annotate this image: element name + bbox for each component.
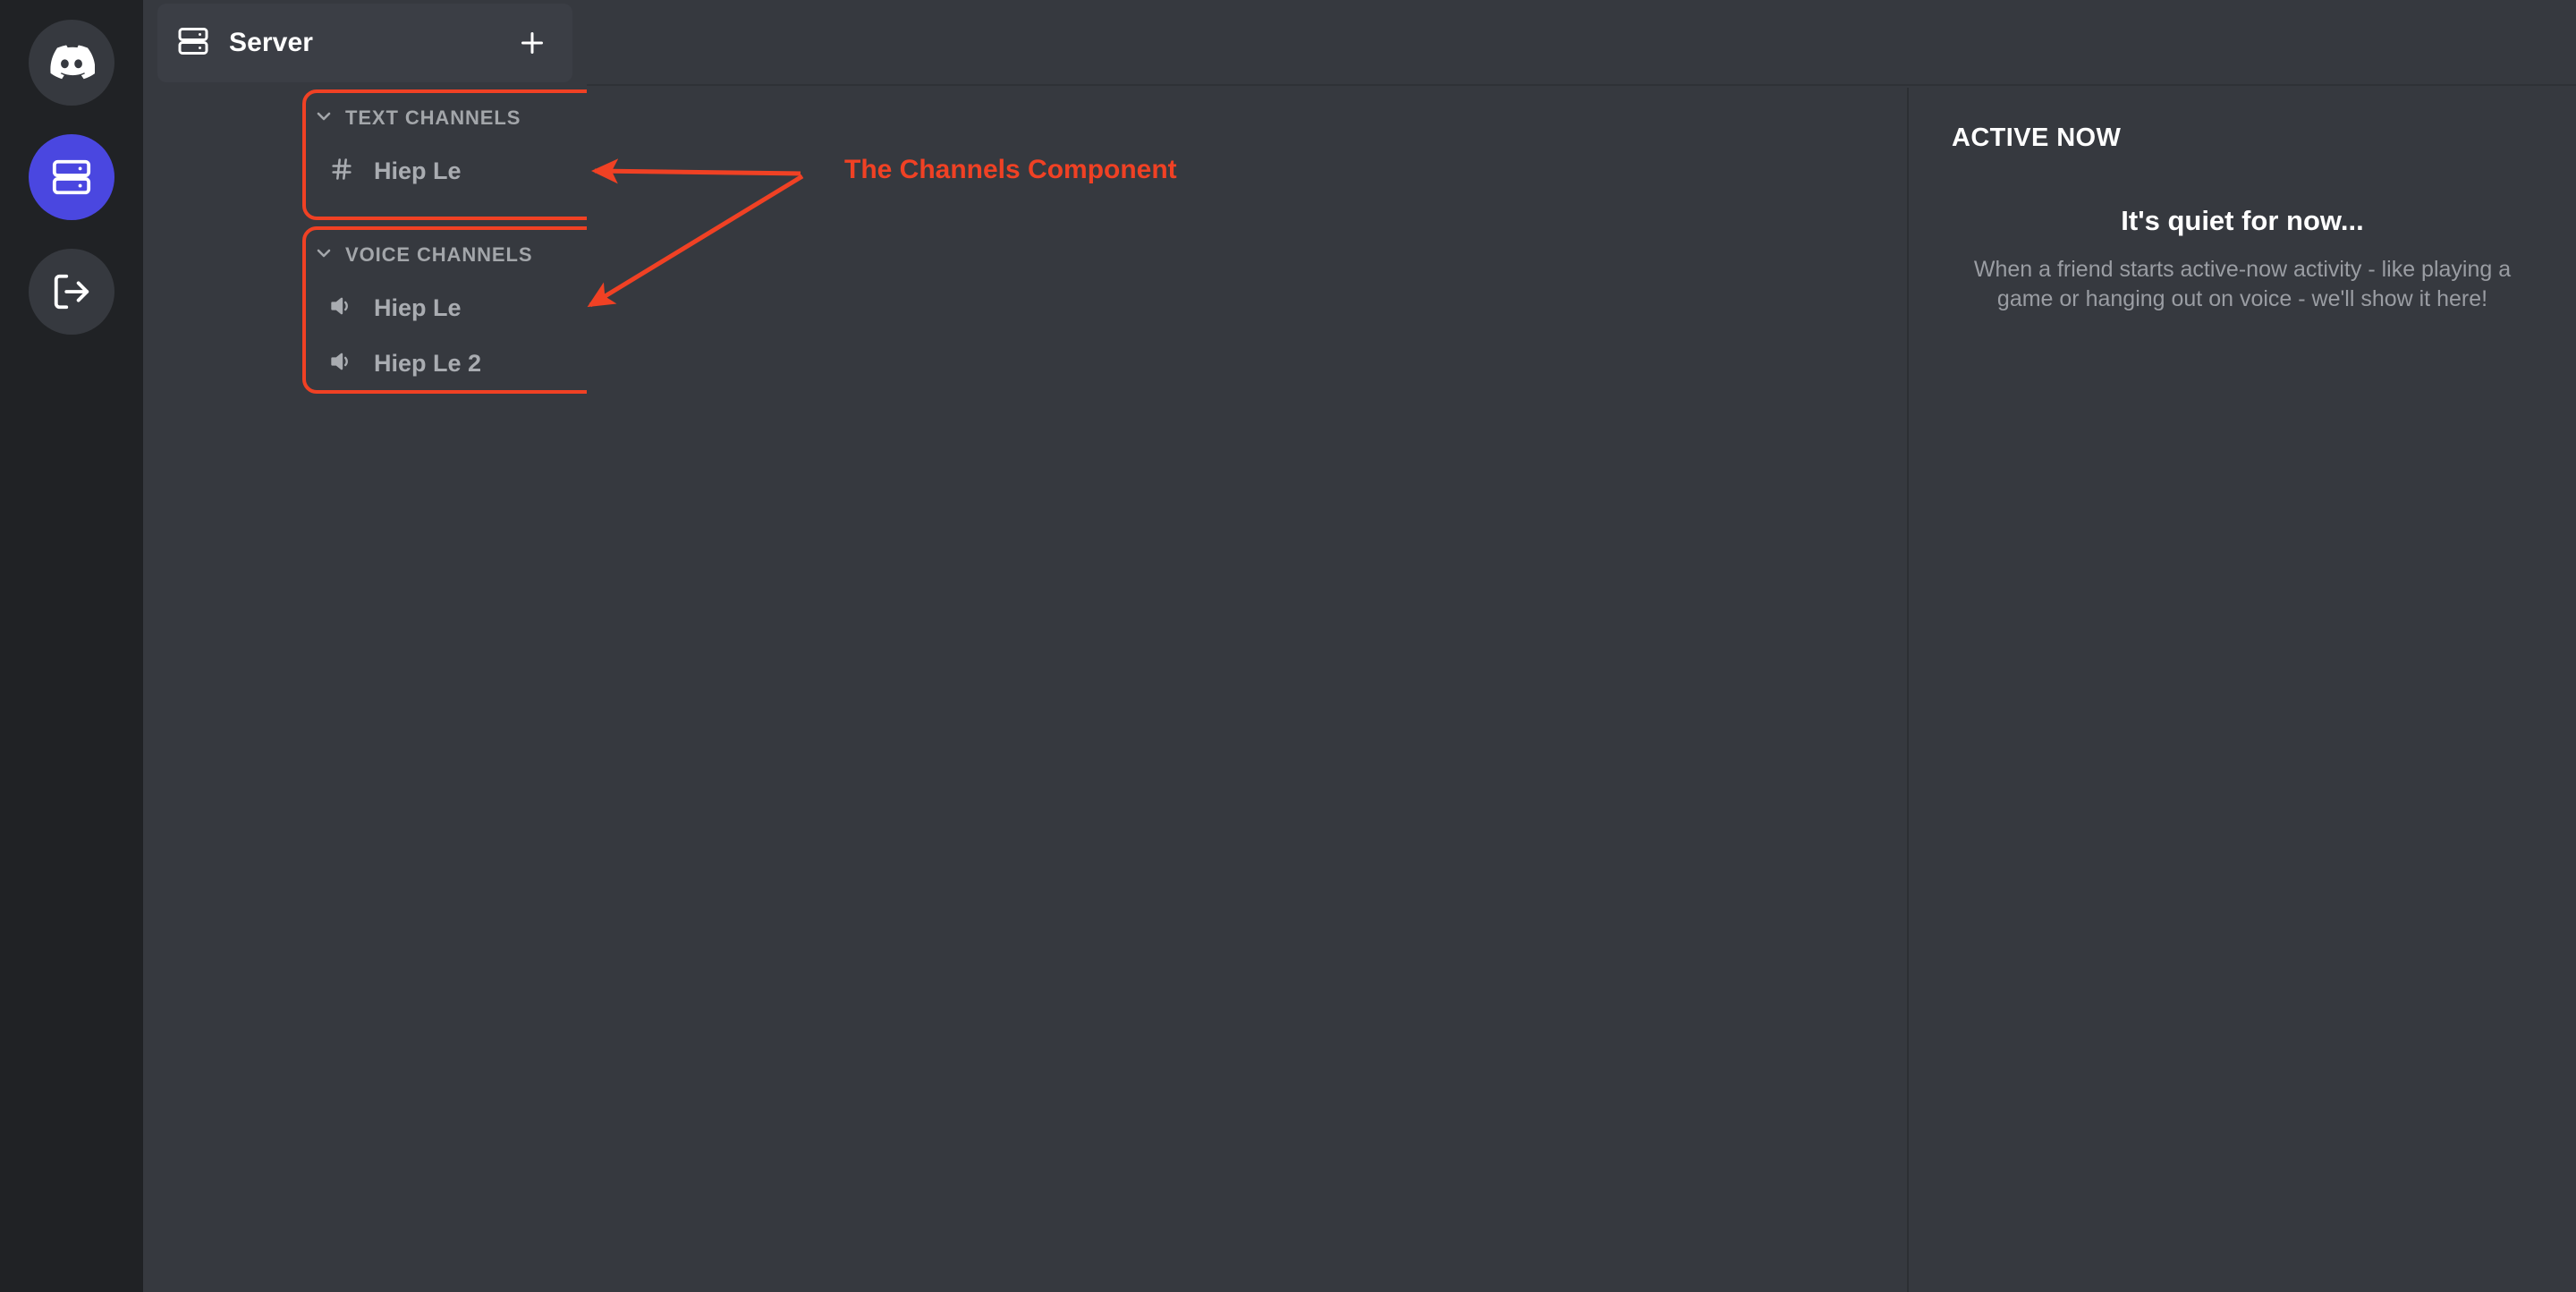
channel-name: Hiep Le 2 bbox=[374, 349, 482, 377]
logout-icon bbox=[51, 271, 92, 312]
rail-item-discord-home[interactable] bbox=[29, 20, 114, 106]
category-label: TEXT CHANNELS bbox=[345, 106, 521, 129]
server-name: Server bbox=[229, 28, 314, 57]
main-content-area bbox=[587, 88, 1907, 1292]
discord-logo-icon bbox=[48, 39, 95, 86]
server-icon bbox=[177, 25, 209, 62]
active-now-empty-title: It's quiet for now... bbox=[2121, 205, 2364, 236]
rail-item-logout[interactable] bbox=[29, 249, 114, 335]
speaker-icon bbox=[329, 349, 354, 378]
server-icon bbox=[51, 157, 92, 198]
hash-icon bbox=[329, 157, 354, 186]
chevron-down-icon bbox=[313, 242, 335, 268]
rail-item-server[interactable] bbox=[29, 134, 114, 220]
channel-name: Hiep Le bbox=[374, 157, 462, 184]
server-header[interactable]: Server bbox=[157, 4, 572, 82]
active-now-empty-body: When a friend starts active-now activity… bbox=[1973, 257, 2512, 311]
active-now-heading: ACTIVE NOW bbox=[1952, 123, 2122, 152]
server-rail bbox=[0, 0, 143, 1292]
active-now-panel: ACTIVE NOW It's quiet for now... When a … bbox=[1907, 88, 2576, 1292]
app-root: Server TEXT CHANNELS Hiep Le VOICE CHANN… bbox=[0, 0, 2576, 1292]
channels-sidebar: Server TEXT CHANNELS Hiep Le VOICE CHANN… bbox=[143, 0, 703, 1292]
category-label: VOICE CHANNELS bbox=[345, 243, 533, 266]
channel-name: Hiep Le bbox=[374, 293, 462, 321]
speaker-icon bbox=[329, 293, 354, 323]
chevron-down-icon bbox=[313, 106, 335, 132]
annotation-label: The Channels Component bbox=[844, 155, 1177, 184]
add-channel-button[interactable] bbox=[512, 22, 553, 64]
top-bar bbox=[587, 0, 2576, 86]
